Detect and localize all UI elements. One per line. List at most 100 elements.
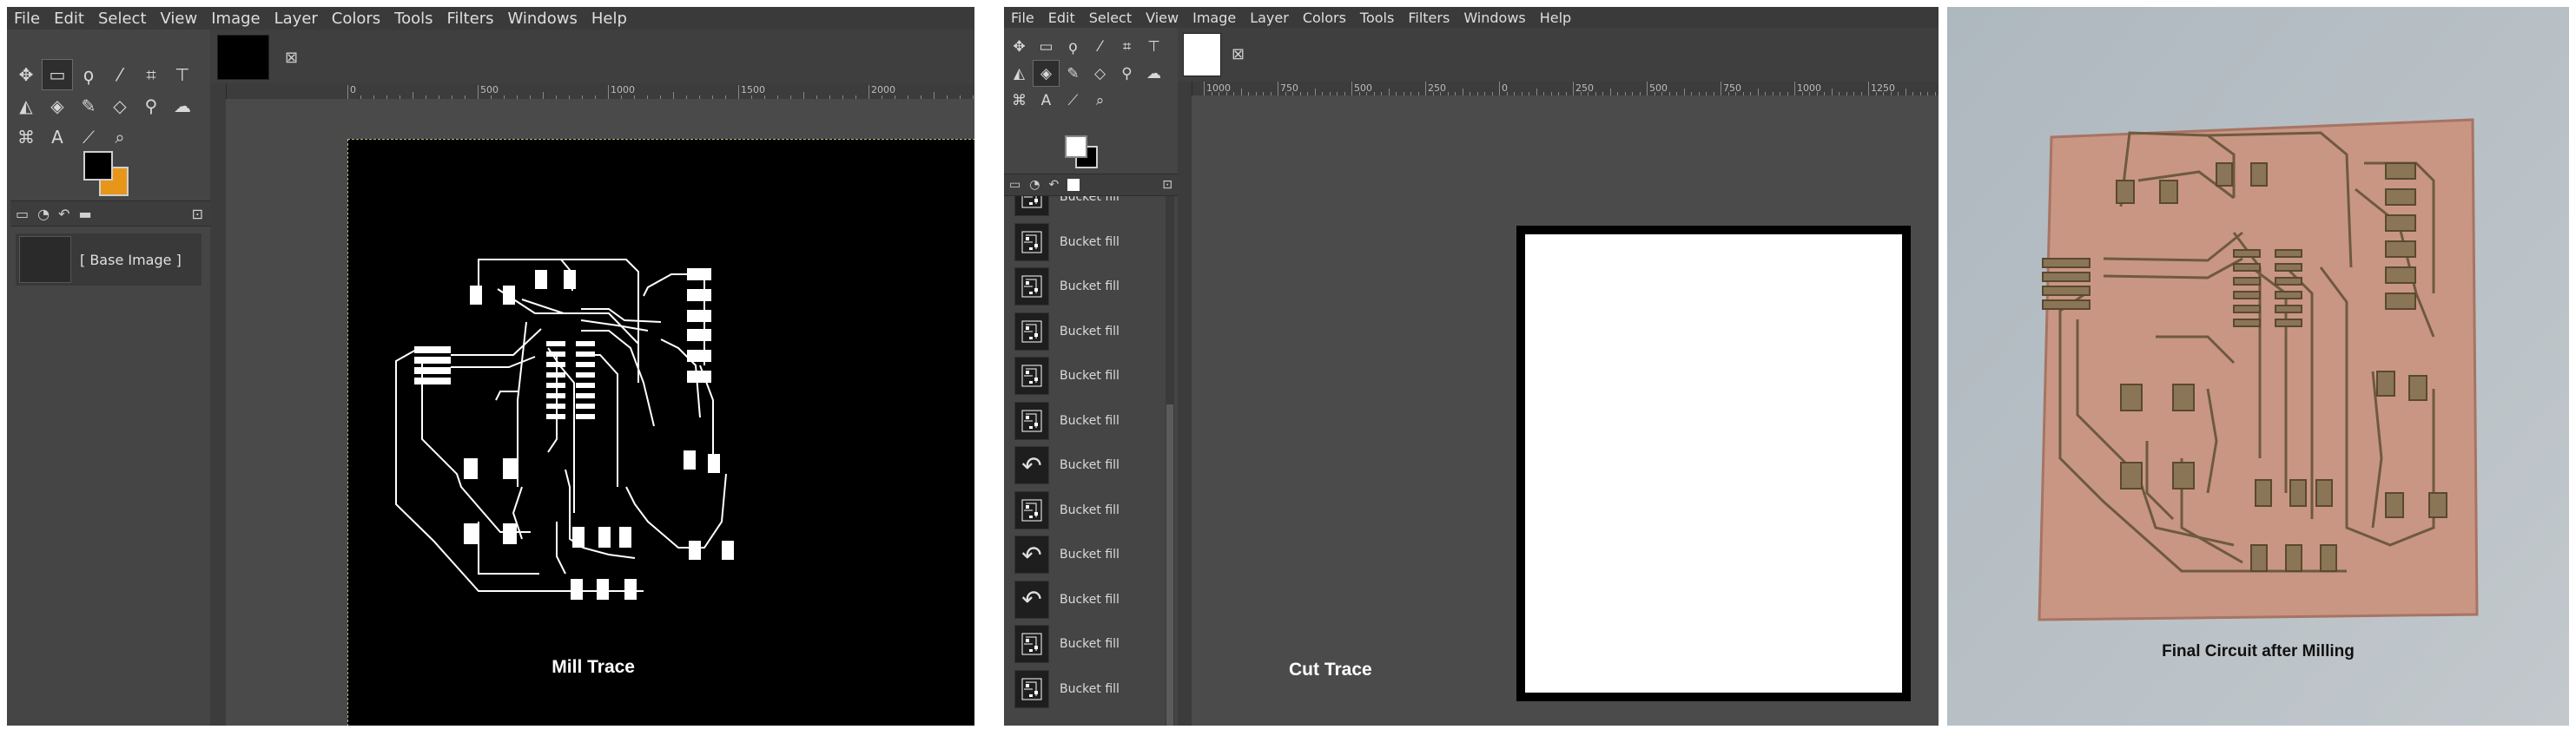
path-tool-icon[interactable]: ⌘ bbox=[10, 122, 42, 153]
menu-filters[interactable]: Filters bbox=[1401, 10, 1456, 26]
toolbox: ✥ ▭ ϙ ⁄ ⌗ ⊤ ◭ ◈ ✎ ◇ ⚲ ☁ ⌘ A ⟋ ⌕ ▭ ◔ ↶ ▬ … bbox=[7, 30, 211, 726]
menu-file[interactable]: File bbox=[1004, 10, 1041, 26]
menu-edit[interactable]: Edit bbox=[47, 10, 91, 28]
image-canvas[interactable] bbox=[1516, 226, 1911, 701]
clone-tool-icon[interactable]: ⚲ bbox=[1113, 60, 1140, 87]
menu-colors[interactable]: Colors bbox=[325, 10, 387, 28]
undo-history-tab-icon[interactable]: ↶ bbox=[1048, 178, 1059, 192]
history-item[interactable]: Bucket fill bbox=[1014, 624, 1164, 664]
undo-history-tab-icon[interactable]: ↶ bbox=[58, 206, 69, 222]
undo-icon: ↶ bbox=[1014, 580, 1049, 619]
image-tab-thumbnail[interactable] bbox=[217, 35, 269, 80]
paintbrush-tool-icon[interactable]: ✎ bbox=[1060, 60, 1087, 87]
menu-windows[interactable]: Windows bbox=[500, 10, 584, 28]
path-tool-icon[interactable]: ⌘ bbox=[1006, 87, 1033, 114]
menu-view[interactable]: View bbox=[154, 10, 205, 28]
bucket-fill-tool-icon[interactable]: ◈ bbox=[42, 90, 73, 122]
history-item[interactable]: Bucket fill bbox=[1014, 401, 1164, 441]
rect-select-tool-icon[interactable]: ▭ bbox=[42, 59, 73, 90]
menu-image[interactable]: Image bbox=[204, 10, 267, 28]
vertical-ruler bbox=[1178, 82, 1192, 726]
history-item[interactable]: ↶ Bucket fill bbox=[1014, 580, 1164, 620]
history-item[interactable]: Bucket fill bbox=[1014, 222, 1164, 262]
close-tab-icon[interactable]: ⊠ bbox=[1232, 45, 1245, 63]
dock-menu-icon[interactable]: ⊡ bbox=[192, 206, 203, 222]
image-canvas[interactable]: Mill Trace bbox=[347, 139, 974, 726]
menu-help[interactable]: Help bbox=[1533, 10, 1578, 26]
text-tool-icon[interactable]: A bbox=[42, 122, 73, 153]
menu-help[interactable]: Help bbox=[585, 10, 634, 28]
menu-colors[interactable]: Colors bbox=[1296, 10, 1353, 26]
channels-tab-icon[interactable]: ◔ bbox=[1029, 178, 1040, 192]
images-tab-icon[interactable] bbox=[1067, 179, 1080, 191]
history-item[interactable]: Bucket fill bbox=[1014, 669, 1164, 709]
trace-thumbnail-icon bbox=[1014, 625, 1049, 663]
move-tool-icon[interactable]: ✥ bbox=[1006, 33, 1033, 60]
history-item[interactable]: ↶ Bucket fill bbox=[1014, 535, 1164, 575]
channels-tab-icon[interactable]: ◔ bbox=[37, 206, 50, 222]
layer-row[interactable]: [ Base Image ] bbox=[16, 233, 201, 286]
fg-bg-colors[interactable] bbox=[1065, 135, 1103, 174]
foreground-color[interactable] bbox=[83, 151, 113, 181]
clone-tool-icon[interactable]: ⚲ bbox=[135, 90, 167, 122]
transform-tool-icon[interactable]: ⊤ bbox=[1140, 33, 1167, 60]
menu-image[interactable]: Image bbox=[1186, 10, 1243, 26]
history-item[interactable]: Bucket fill bbox=[1014, 266, 1164, 306]
lasso-tool-icon[interactable]: ϙ bbox=[73, 59, 104, 90]
horizontal-ruler: 0 500 1000 1500 2000 bbox=[226, 83, 974, 100]
image-tab-thumbnail[interactable] bbox=[1183, 33, 1221, 76]
lasso-tool-icon[interactable]: ϙ bbox=[1060, 33, 1087, 60]
dock-menu-icon[interactable]: ⊡ bbox=[1162, 178, 1172, 192]
toolbox: ✥ ▭ ϙ ⁄ ⌗ ⊤ ◭ ◈ ✎ ◇ ⚲ ☁ ⌘ A ⟋ ⌕ ▭ ◔ ↶ ⊡ bbox=[1004, 28, 1179, 726]
color-picker-tool-icon[interactable]: ⟋ bbox=[1060, 87, 1087, 114]
images-tab-icon[interactable]: ▬ bbox=[79, 206, 92, 222]
menu-edit[interactable]: Edit bbox=[1041, 10, 1082, 26]
transform-tool-icon[interactable]: ⊤ bbox=[167, 59, 198, 90]
paintbrush-tool-icon[interactable]: ✎ bbox=[73, 90, 104, 122]
history-item[interactable]: Bucket fill bbox=[1014, 356, 1164, 396]
crop-tool-icon[interactable]: ⌗ bbox=[135, 59, 167, 90]
history-item[interactable]: ↶ Bucket fill bbox=[1014, 445, 1164, 485]
smudge-tool-icon[interactable]: ☁ bbox=[167, 90, 198, 122]
fuzzy-select-tool-icon[interactable]: ⁄ bbox=[104, 59, 135, 90]
foreground-color[interactable] bbox=[1065, 135, 1087, 158]
zoom-tool-icon[interactable]: ⌕ bbox=[1087, 87, 1113, 114]
warp-tool-icon[interactable]: ◭ bbox=[10, 90, 42, 122]
fuzzy-select-tool-icon[interactable]: ⁄ bbox=[1087, 33, 1113, 60]
history-item[interactable]: Bucket fill bbox=[1014, 490, 1164, 530]
history-scrollbar[interactable] bbox=[1166, 196, 1174, 726]
menu-tools[interactable]: Tools bbox=[1353, 10, 1401, 26]
menu-layer[interactable]: Layer bbox=[1243, 10, 1296, 26]
menu-view[interactable]: View bbox=[1139, 10, 1186, 26]
color-picker-tool-icon[interactable]: ⟋ bbox=[73, 122, 104, 153]
warp-tool-icon[interactable]: ◭ bbox=[1006, 60, 1033, 87]
history-item-label: Bucket fill bbox=[1060, 637, 1120, 651]
menu-layer[interactable]: Layer bbox=[268, 10, 325, 28]
move-tool-icon[interactable]: ✥ bbox=[10, 59, 42, 90]
smudge-tool-icon[interactable]: ☁ bbox=[1140, 60, 1167, 87]
bucket-fill-tool-icon[interactable]: ◈ bbox=[1033, 60, 1060, 87]
menu-tools[interactable]: Tools bbox=[387, 10, 439, 28]
eraser-tool-icon[interactable]: ◇ bbox=[1087, 60, 1113, 87]
milled-pcb-photo bbox=[1947, 7, 2569, 726]
text-tool-icon[interactable]: A bbox=[1033, 87, 1060, 114]
zoom-tool-icon[interactable]: ⌕ bbox=[104, 122, 135, 153]
history-item[interactable]: Bucket fill bbox=[1014, 312, 1164, 352]
ruler-label: 250 bbox=[1575, 82, 1594, 94]
layers-tab-icon[interactable]: ▭ bbox=[16, 206, 29, 222]
history-item[interactable]: Bucket fill bbox=[1014, 196, 1164, 217]
menu-filters[interactable]: Filters bbox=[440, 10, 501, 28]
menu-windows[interactable]: Windows bbox=[1456, 10, 1532, 26]
ruler-label: 750 bbox=[1280, 82, 1298, 94]
eraser-tool-icon[interactable]: ◇ bbox=[104, 90, 135, 122]
layers-tab-icon[interactable]: ▭ bbox=[1009, 178, 1020, 192]
menu-select[interactable]: Select bbox=[91, 10, 154, 28]
fg-bg-colors[interactable] bbox=[83, 151, 135, 203]
scrollbar-thumb[interactable] bbox=[1166, 404, 1173, 726]
menu-select[interactable]: Select bbox=[1082, 10, 1139, 26]
menu-file[interactable]: File bbox=[7, 10, 47, 28]
crop-tool-icon[interactable]: ⌗ bbox=[1113, 33, 1140, 60]
close-tab-icon[interactable]: ⊠ bbox=[285, 49, 298, 67]
rect-select-tool-icon[interactable]: ▭ bbox=[1033, 33, 1060, 60]
history-item-label: Bucket fill bbox=[1060, 503, 1120, 517]
